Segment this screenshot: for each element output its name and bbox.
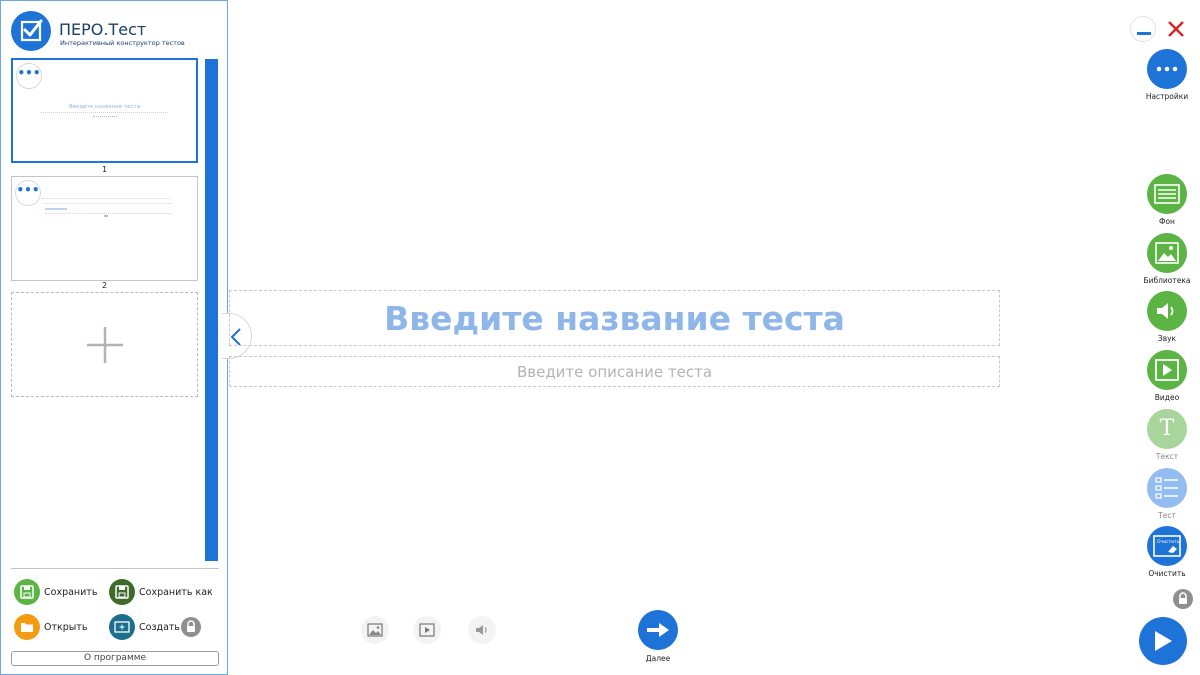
slides-scrollbar[interactable] xyxy=(205,59,218,561)
title-input-box[interactable]: Введите название теста xyxy=(229,290,1000,346)
image-icon xyxy=(367,623,383,637)
thumb-dot xyxy=(104,215,108,217)
app-title: ПЕРО.Тест xyxy=(59,20,147,39)
thumb-line xyxy=(93,116,117,117)
thumb-line xyxy=(41,112,168,113)
more-dots-icon xyxy=(1147,49,1187,89)
title-placeholder: Введите название теста xyxy=(384,298,845,338)
video-label: Видео xyxy=(1154,393,1180,402)
next-label: Далее xyxy=(645,654,671,663)
description-input-box[interactable]: Введите описание теста xyxy=(229,356,1000,387)
test-label: Тест xyxy=(1158,511,1176,520)
open-label: Открыть xyxy=(44,621,88,633)
text-label: Текст xyxy=(1155,452,1179,461)
minimize-button[interactable] xyxy=(1130,16,1156,42)
slide-menu-button[interactable]: ••• xyxy=(15,180,41,206)
text-tool[interactable]: T Текст xyxy=(1140,409,1194,461)
slide-menu-button[interactable]: ••• xyxy=(16,63,42,89)
clear-tool[interactable]: Очистить Очистить xyxy=(1140,526,1194,578)
slides-panel: ПЕРО.Тест Интерактивный конструктор тест… xyxy=(0,0,228,675)
new-file-icon xyxy=(109,614,135,640)
arrow-right-icon xyxy=(647,623,669,637)
play-icon xyxy=(419,623,435,637)
add-slide-button[interactable] xyxy=(11,292,198,397)
close-button[interactable] xyxy=(1163,16,1189,42)
app-subtitle: Интерактивный конструктор тестов xyxy=(60,39,185,47)
play-preview-button[interactable] xyxy=(1139,617,1187,665)
text-icon: T xyxy=(1147,409,1187,449)
video-icon xyxy=(1147,350,1187,390)
thumb-line xyxy=(42,198,170,199)
library-label: Библиотека xyxy=(1143,276,1191,285)
video-tool[interactable]: Видео xyxy=(1140,350,1194,402)
thumb-line xyxy=(45,213,171,214)
save-as-button[interactable]: Сохранить как xyxy=(109,579,213,605)
slide-thumbnail-2[interactable]: ••• xyxy=(11,176,198,281)
close-icon xyxy=(1168,21,1184,37)
library-image-icon xyxy=(1147,233,1187,273)
sound-tool[interactable]: Звук xyxy=(1140,291,1194,343)
thumb-line xyxy=(45,208,67,210)
folder-icon xyxy=(14,614,40,640)
lock-icon[interactable] xyxy=(181,617,201,637)
checklist-icon xyxy=(1147,468,1187,508)
background-icon xyxy=(1147,174,1187,214)
slide-number: 2 xyxy=(101,281,108,290)
save-button[interactable]: Сохранить xyxy=(14,579,97,605)
clear-label: Очистить xyxy=(1148,569,1186,578)
about-button[interactable]: О программе xyxy=(11,651,219,666)
create-label: Создать xyxy=(139,621,181,633)
background-label: Фон xyxy=(1159,217,1175,226)
save-label: Сохранить xyxy=(44,586,98,598)
open-button[interactable]: Открыть xyxy=(14,614,87,640)
logo-checkbox-icon xyxy=(11,11,51,51)
speaker-icon xyxy=(1147,291,1187,331)
settings-label: Настройки xyxy=(1145,92,1189,101)
save-icon xyxy=(14,579,40,605)
insert-sound-button[interactable] xyxy=(468,616,496,644)
sound-label: Звук xyxy=(1157,334,1177,343)
insert-video-button[interactable] xyxy=(413,616,441,644)
description-placeholder: Введите описание теста xyxy=(516,362,713,381)
clear-icon-text: Очистить xyxy=(1157,539,1180,545)
next-button[interactable] xyxy=(638,610,678,650)
speaker-icon xyxy=(476,625,487,635)
panel-divider xyxy=(11,568,219,569)
clear-eraser-icon: Очистить xyxy=(1147,526,1187,566)
save-as-label: Сохранить как xyxy=(139,586,213,598)
create-button[interactable]: Создать xyxy=(109,614,180,640)
plus-icon xyxy=(87,327,123,363)
insert-image-button[interactable] xyxy=(361,616,389,644)
thumb-title: Введите название теста xyxy=(68,104,141,110)
slide-number: 1 xyxy=(101,165,108,174)
minimize-icon xyxy=(1137,32,1151,35)
save-as-icon xyxy=(109,579,135,605)
lock-icon[interactable] xyxy=(1173,589,1193,609)
library-tool[interactable]: Библиотека xyxy=(1140,233,1194,285)
slide-thumbnail-1[interactable]: ••• Введите название теста xyxy=(11,58,198,163)
settings-tool[interactable]: Настройки xyxy=(1140,49,1194,101)
background-tool[interactable]: Фон xyxy=(1140,174,1194,226)
play-icon xyxy=(1155,631,1172,651)
thumb-line xyxy=(45,203,171,204)
test-tool[interactable]: Тест xyxy=(1140,468,1194,520)
